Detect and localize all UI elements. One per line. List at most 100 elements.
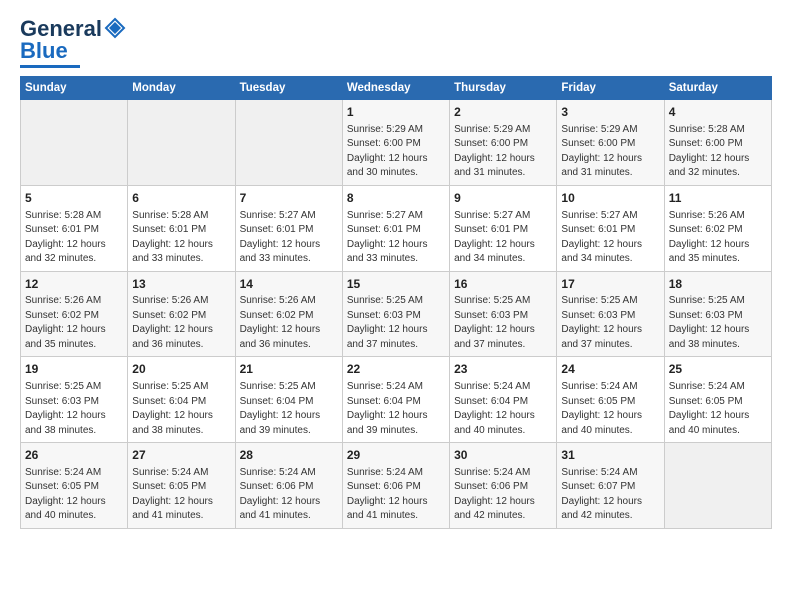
calendar-cell: 9 Sunrise: 5:27 AMSunset: 6:01 PMDaylight… — [450, 185, 557, 271]
cell-content: Sunrise: 5:24 AMSunset: 6:07 PMDaylight:… — [561, 466, 659, 524]
cell-content: Sunrise: 5:26 AMSunset: 6:02 PMDaylight:… — [669, 209, 767, 267]
cell-content: Sunrise: 5:24 AMSunset: 6:06 PMDaylight:… — [240, 466, 338, 524]
day-number: 25 — [669, 361, 767, 378]
cell-content: Sunrise: 5:24 AMSunset: 6:05 PMDaylight:… — [25, 466, 123, 524]
calendar-week-row: 19 Sunrise: 5:25 AMSunset: 6:03 PMDayligh… — [21, 357, 772, 443]
calendar-cell: 28Sunrise: 5:24 AMSunset: 6:06 PMDayligh… — [235, 443, 342, 529]
calendar-cell: 7Sunrise: 5:27 AMSunset: 6:01 PMDaylight… — [235, 185, 342, 271]
day-number: 2 — [454, 104, 552, 121]
cell-content: Sunrise: 5:24 AMSunset: 6:06 PMDaylight:… — [347, 466, 445, 524]
day-number: 21 — [240, 361, 338, 378]
logo-flag-icon — [104, 17, 126, 39]
calendar-cell: 30 Sunrise: 5:24 AMSunset: 6:06 PMDayligh… — [450, 443, 557, 529]
day-number: 18 — [669, 276, 767, 293]
calendar-cell: 19 Sunrise: 5:25 AMSunset: 6:03 PMDayligh… — [21, 357, 128, 443]
calendar-cell: 23 Sunrise: 5:24 AMSunset: 6:04 PMDayligh… — [450, 357, 557, 443]
day-number: 27 — [132, 447, 230, 464]
calendar-week-row: 12Sunrise: 5:26 AMSunset: 6:02 PMDayligh… — [21, 271, 772, 357]
calendar-cell: 17Sunrise: 5:25 AMSunset: 6:03 PMDayligh… — [557, 271, 664, 357]
calendar-cell: 3Sunrise: 5:29 AMSunset: 6:00 PMDaylight… — [557, 100, 664, 186]
calendar-week-row: 26Sunrise: 5:24 AMSunset: 6:05 PMDayligh… — [21, 443, 772, 529]
calendar-table: SundayMondayTuesdayWednesdayThursdayFrid… — [20, 76, 772, 529]
cell-content: Sunrise: 5:25 AMSunset: 6:03 PMDaylight:… — [669, 294, 767, 352]
calendar-cell: 2 Sunrise: 5:29 AMSunset: 6:00 PMDaylight… — [450, 100, 557, 186]
day-number: 3 — [561, 104, 659, 121]
cell-content: Sunrise: 5:26 AMSunset: 6:02 PMDaylight:… — [132, 294, 230, 352]
cell-content: Sunrise: 5:28 AMSunset: 6:00 PMDaylight:… — [669, 123, 767, 181]
cell-content: Sunrise: 5:27 AMSunset: 6:01 PMDaylight:… — [454, 209, 552, 267]
calendar-cell: 4 Sunrise: 5:28 AMSunset: 6:00 PMDaylight… — [664, 100, 771, 186]
cell-content: Sunrise: 5:24 AMSunset: 6:06 PMDaylight:… — [454, 466, 552, 524]
day-number: 5 — [25, 190, 123, 207]
calendar-cell — [21, 100, 128, 186]
calendar-cell: 21Sunrise: 5:25 AMSunset: 6:04 PMDayligh… — [235, 357, 342, 443]
day-number: 13 — [132, 276, 230, 293]
day-number: 4 — [669, 104, 767, 121]
calendar-cell: 15Sunrise: 5:25 AMSunset: 6:03 PMDayligh… — [342, 271, 449, 357]
cell-content: Sunrise: 5:26 AMSunset: 6:02 PMDaylight:… — [240, 294, 338, 352]
cell-content: Sunrise: 5:24 AMSunset: 6:04 PMDaylight:… — [347, 380, 445, 438]
calendar-cell: 18Sunrise: 5:25 AMSunset: 6:03 PMDayligh… — [664, 271, 771, 357]
calendar-cell: 20 Sunrise: 5:25 AMSunset: 6:04 PMDayligh… — [128, 357, 235, 443]
cell-content: Sunrise: 5:29 AMSunset: 6:00 PMDaylight:… — [347, 123, 445, 181]
cell-content: Sunrise: 5:25 AMSunset: 6:03 PMDaylight:… — [347, 294, 445, 352]
calendar-cell: 27 Sunrise: 5:24 AMSunset: 6:05 PMDayligh… — [128, 443, 235, 529]
cell-content: Sunrise: 5:25 AMSunset: 6:04 PMDaylight:… — [132, 380, 230, 438]
weekday-header-thursday: Thursday — [450, 77, 557, 100]
cell-content: Sunrise: 5:25 AMSunset: 6:03 PMDaylight:… — [561, 294, 659, 352]
calendar-cell: 14Sunrise: 5:26 AMSunset: 6:02 PMDayligh… — [235, 271, 342, 357]
day-number: 17 — [561, 276, 659, 293]
weekday-header-row: SundayMondayTuesdayWednesdayThursdayFrid… — [21, 77, 772, 100]
calendar-cell: 5Sunrise: 5:28 AMSunset: 6:01 PMDaylight… — [21, 185, 128, 271]
day-number: 8 — [347, 190, 445, 207]
calendar-cell: 29 Sunrise: 5:24 AMSunset: 6:06 PMDayligh… — [342, 443, 449, 529]
day-number: 1 — [347, 104, 445, 121]
cell-content: Sunrise: 5:27 AMSunset: 6:01 PMDaylight:… — [561, 209, 659, 267]
calendar-cell: 16Sunrise: 5:25 AMSunset: 6:03 PMDayligh… — [450, 271, 557, 357]
day-number: 7 — [240, 190, 338, 207]
day-number: 19 — [25, 361, 123, 378]
day-number: 23 — [454, 361, 552, 378]
calendar-cell: 25Sunrise: 5:24 AMSunset: 6:05 PMDayligh… — [664, 357, 771, 443]
cell-content: Sunrise: 5:25 AMSunset: 6:03 PMDaylight:… — [25, 380, 123, 438]
calendar-cell — [235, 100, 342, 186]
day-number: 14 — [240, 276, 338, 293]
calendar-week-row: 5 Sunrise: 5:28 AMSunset: 6:01 PMDaylight… — [21, 185, 772, 271]
cell-content: Sunrise: 5:28 AMSunset: 6:01 PMDaylight:… — [132, 209, 230, 267]
calendar-cell: 11 Sunrise: 5:26 AMSunset: 6:02 PMDayligh… — [664, 185, 771, 271]
day-number: 22 — [347, 361, 445, 378]
calendar-cell: 6 Sunrise: 5:28 AMSunset: 6:01 PMDaylight… — [128, 185, 235, 271]
calendar-cell: 26Sunrise: 5:24 AMSunset: 6:05 PMDayligh… — [21, 443, 128, 529]
day-number: 20 — [132, 361, 230, 378]
calendar-cell: 22 Sunrise: 5:24 AMSunset: 6:04 PMDayligh… — [342, 357, 449, 443]
cell-content: Sunrise: 5:24 AMSunset: 6:05 PMDaylight:… — [561, 380, 659, 438]
calendar-cell — [664, 443, 771, 529]
cell-content: Sunrise: 5:24 AMSunset: 6:04 PMDaylight:… — [454, 380, 552, 438]
cell-content: Sunrise: 5:29 AMSunset: 6:00 PMDaylight:… — [454, 123, 552, 181]
day-number: 29 — [347, 447, 445, 464]
day-number: 30 — [454, 447, 552, 464]
weekday-header-tuesday: Tuesday — [235, 77, 342, 100]
calendar-body: 1 Sunrise: 5:29 AMSunset: 6:00 PMDaylight… — [21, 100, 772, 529]
day-number: 10 — [561, 190, 659, 207]
day-number: 15 — [347, 276, 445, 293]
day-number: 6 — [132, 190, 230, 207]
day-number: 31 — [561, 447, 659, 464]
calendar-cell — [128, 100, 235, 186]
day-number: 9 — [454, 190, 552, 207]
calendar-cell: 1 Sunrise: 5:29 AMSunset: 6:00 PMDaylight… — [342, 100, 449, 186]
cell-content: Sunrise: 5:26 AMSunset: 6:02 PMDaylight:… — [25, 294, 123, 352]
calendar-week-row: 1 Sunrise: 5:29 AMSunset: 6:00 PMDaylight… — [21, 100, 772, 186]
cell-content: Sunrise: 5:24 AMSunset: 6:05 PMDaylight:… — [132, 466, 230, 524]
day-number: 12 — [25, 276, 123, 293]
weekday-header-wednesday: Wednesday — [342, 77, 449, 100]
day-number: 11 — [669, 190, 767, 207]
weekday-header-friday: Friday — [557, 77, 664, 100]
weekday-header-monday: Monday — [128, 77, 235, 100]
day-number: 16 — [454, 276, 552, 293]
weekday-header-saturday: Saturday — [664, 77, 771, 100]
logo-blue-text: Blue — [20, 40, 68, 62]
cell-content: Sunrise: 5:25 AMSunset: 6:03 PMDaylight:… — [454, 294, 552, 352]
day-number: 24 — [561, 361, 659, 378]
calendar-cell: 8Sunrise: 5:27 AMSunset: 6:01 PMDaylight… — [342, 185, 449, 271]
